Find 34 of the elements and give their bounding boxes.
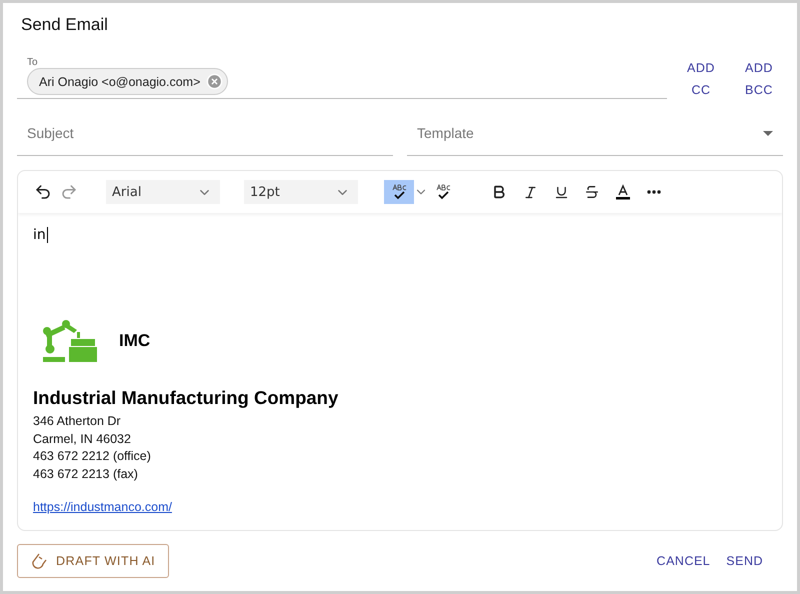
ai-face-icon xyxy=(30,552,48,570)
signature-line: 463 672 2213 (fax) xyxy=(33,466,139,483)
font-size-select[interactable]: 12pt xyxy=(244,180,358,204)
company-name: Industrial Manufacturing Company xyxy=(33,387,340,409)
signature-line: Carmel, IN 46032 xyxy=(33,430,132,448)
send-button[interactable]: SEND xyxy=(718,550,771,572)
to-field[interactable]: To Ari Onagio <o@onagio.com> xyxy=(17,57,667,99)
message-text: in xyxy=(33,227,48,243)
dropdown-icon xyxy=(763,130,773,136)
remove-icon[interactable] xyxy=(206,73,224,90)
redo-icon xyxy=(60,183,78,201)
strikethrough-icon xyxy=(584,184,600,200)
signature-line: 346 Atherton Dr xyxy=(33,413,122,430)
font-color-icon xyxy=(614,183,632,201)
bold-icon xyxy=(491,184,507,200)
underline-icon xyxy=(554,184,568,200)
draft-with-ai-button[interactable]: DRAFT WITH AI xyxy=(17,544,170,578)
more-icon xyxy=(647,190,661,194)
robot-arm-logo xyxy=(41,319,97,363)
recipient-chip[interactable]: Ari Onagio <o@onagio.com> xyxy=(27,68,228,95)
logo-text: IMC xyxy=(119,331,150,351)
spellcheck-icon xyxy=(391,184,407,200)
signature-line: 463 672 2212 (office) xyxy=(33,448,152,465)
add-recipient-button[interactable]: ADD BCC xyxy=(735,57,783,101)
font-select[interactable]: Arial xyxy=(106,180,220,204)
dialog-title: Send Email xyxy=(21,15,109,35)
spellcheck-icon xyxy=(435,184,451,200)
spellcheck-button[interactable] xyxy=(384,180,414,204)
undo-icon xyxy=(34,183,52,201)
cancel-button[interactable]: CANCEL xyxy=(648,550,718,572)
italic-icon xyxy=(522,184,538,200)
add-recipient-button[interactable]: ADD CC xyxy=(677,57,725,101)
field-label: To xyxy=(27,57,39,68)
website-link[interactable]: https://industmanco.com/ xyxy=(33,500,172,514)
